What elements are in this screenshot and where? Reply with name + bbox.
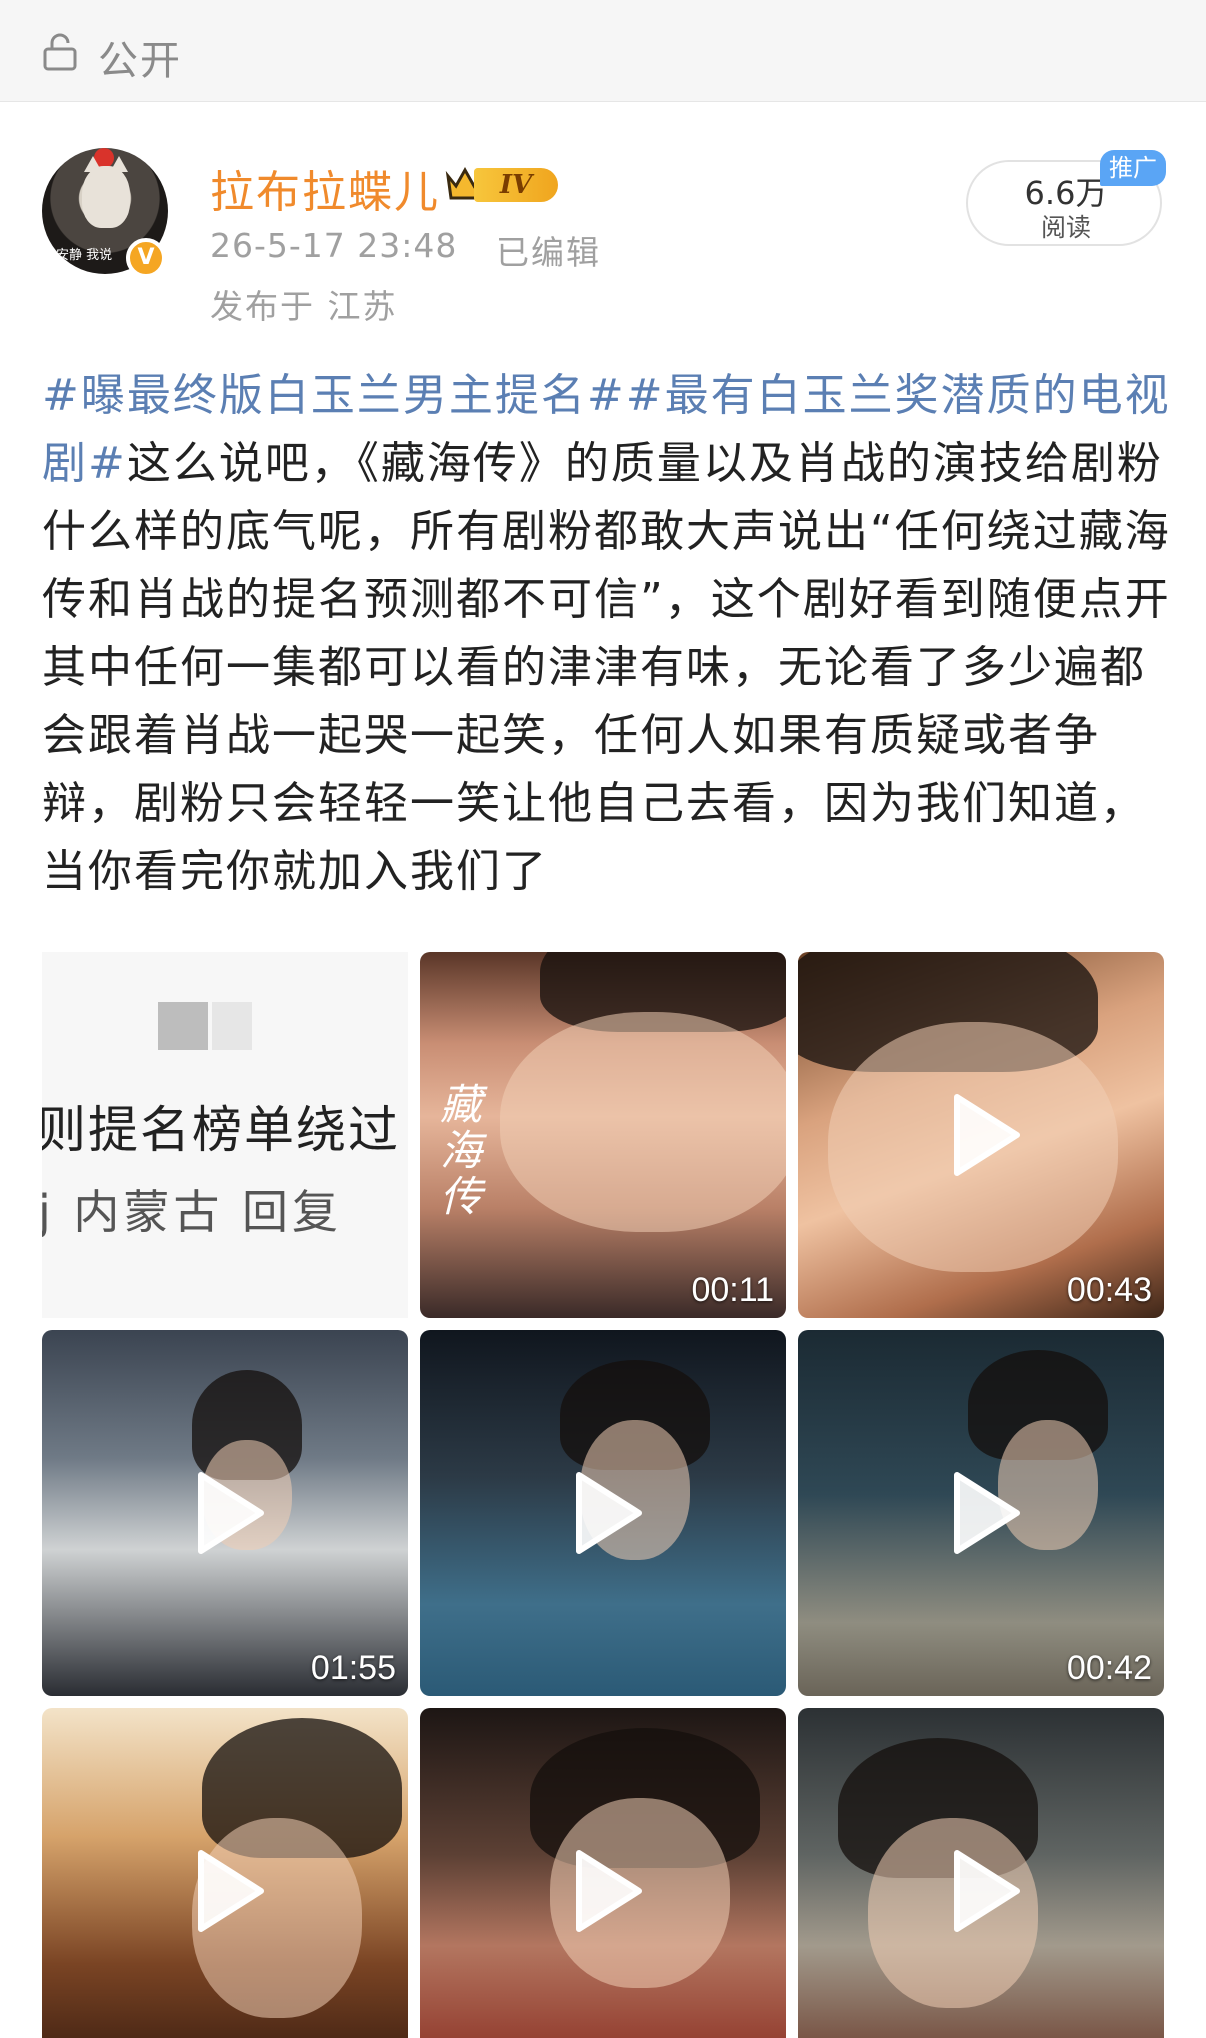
play-icon[interactable] bbox=[195, 1471, 265, 1555]
avatar-cat bbox=[82, 156, 130, 228]
vip-badge[interactable]: IV bbox=[444, 162, 562, 206]
post-body: #曝最终版白玉兰男主提名##最有白玉兰奖潜质的电视剧#这么说吧，《藏海传》的质量… bbox=[42, 362, 1172, 906]
video-duration: 00:42 bbox=[1066, 1649, 1152, 1687]
video-frame-shape bbox=[500, 1012, 786, 1232]
blurred-avatar bbox=[212, 1002, 252, 1050]
media-video[interactable]: 藏海传 00:11 bbox=[420, 952, 786, 1318]
promo-badge[interactable]: 推广 bbox=[1100, 150, 1166, 186]
visibility-bar[interactable]: 公开 bbox=[0, 0, 1206, 102]
blurred-avatar bbox=[158, 1002, 208, 1050]
screenshot-text: 则提名榜单绕过 bbox=[42, 1101, 400, 1159]
media-image[interactable]: 则提名榜单绕过 j 内蒙古 回复 bbox=[42, 952, 408, 1318]
video-duration: 00:43 bbox=[1066, 1271, 1152, 1309]
post-location: 发布于 江苏 bbox=[210, 287, 398, 326]
play-icon[interactable] bbox=[951, 1093, 1021, 1177]
verified-v-icon: V bbox=[126, 238, 166, 278]
play-icon[interactable] bbox=[195, 1849, 265, 1933]
play-icon[interactable] bbox=[573, 1849, 643, 1933]
media-grid: 则提名榜单绕过 j 内蒙古 回复 藏海传 00:11 00:43 01:55 0… bbox=[42, 952, 1164, 2038]
media-video[interactable] bbox=[420, 1330, 786, 1696]
author-name[interactable]: 拉布拉蝶儿 bbox=[210, 156, 440, 220]
edited-label[interactable]: 已编辑 bbox=[496, 226, 601, 274]
post-time: 26-5-17 23:48 bbox=[210, 226, 458, 265]
media-video[interactable] bbox=[798, 1708, 1164, 2038]
video-title-overlay: 藏海传 bbox=[440, 1080, 483, 1221]
avatar-caption: 安静 我说 bbox=[56, 248, 113, 263]
play-icon[interactable] bbox=[573, 1471, 643, 1555]
media-video[interactable]: 00:43 bbox=[798, 952, 1164, 1318]
media-video[interactable] bbox=[42, 1708, 408, 2038]
lock-open-icon bbox=[43, 33, 77, 71]
read-label: 阅读 bbox=[1040, 213, 1091, 242]
weibo-post: 安静 我说 V 拉布拉蝶儿 IV 26-5-17 23:48 已编辑 发布于 江… bbox=[0, 102, 1206, 2038]
play-icon[interactable] bbox=[951, 1471, 1021, 1555]
video-duration: 01:55 bbox=[310, 1649, 396, 1687]
media-video[interactable]: 00:42 bbox=[798, 1330, 1164, 1696]
media-video[interactable]: 01:55 bbox=[42, 1330, 408, 1696]
video-duration: 00:11 bbox=[691, 1271, 774, 1309]
visibility-label: 公开 bbox=[98, 38, 182, 84]
screenshot-text: j 内蒙古 回复 bbox=[42, 1185, 343, 1239]
topic-link[interactable]: #曝最终版白玉兰男主提名# bbox=[42, 370, 626, 421]
play-icon[interactable] bbox=[951, 1849, 1021, 1933]
post-body-text: 这么说吧，《藏海传》的质量以及肖战的演技给剧粉什么样的底气呢，所有剧粉都敢大声说… bbox=[42, 438, 1171, 897]
vip-level: IV bbox=[474, 168, 558, 202]
media-video[interactable] bbox=[420, 1708, 786, 2038]
